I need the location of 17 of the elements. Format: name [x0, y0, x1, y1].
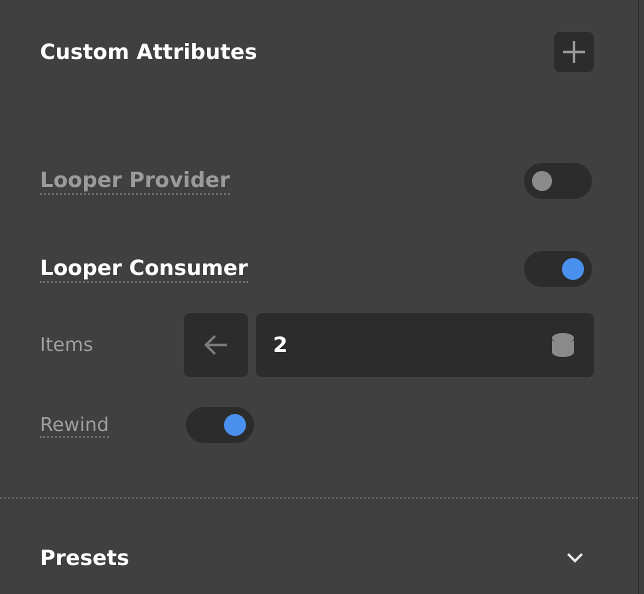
arrow-left-icon	[203, 334, 229, 356]
number-field[interactable]: 2	[256, 313, 594, 377]
database-icon	[552, 333, 574, 357]
add-button[interactable]	[554, 32, 594, 72]
toggle-switch[interactable]	[524, 251, 592, 287]
section-title: Custom Attributes	[40, 40, 258, 64]
field-label: Rewind	[40, 414, 109, 438]
toggle-switch[interactable]	[524, 163, 592, 199]
field-label: Items	[40, 334, 94, 356]
attribute-label: Looper Consumer	[40, 256, 248, 282]
plus-icon	[562, 40, 586, 64]
expand-button[interactable]	[566, 552, 584, 564]
back-button[interactable]	[184, 313, 248, 377]
toggle-switch[interactable]	[186, 407, 254, 443]
attribute-label: Looper Provider	[40, 168, 230, 194]
chevron-icon	[566, 552, 584, 564]
section-title: Presets	[40, 546, 130, 570]
